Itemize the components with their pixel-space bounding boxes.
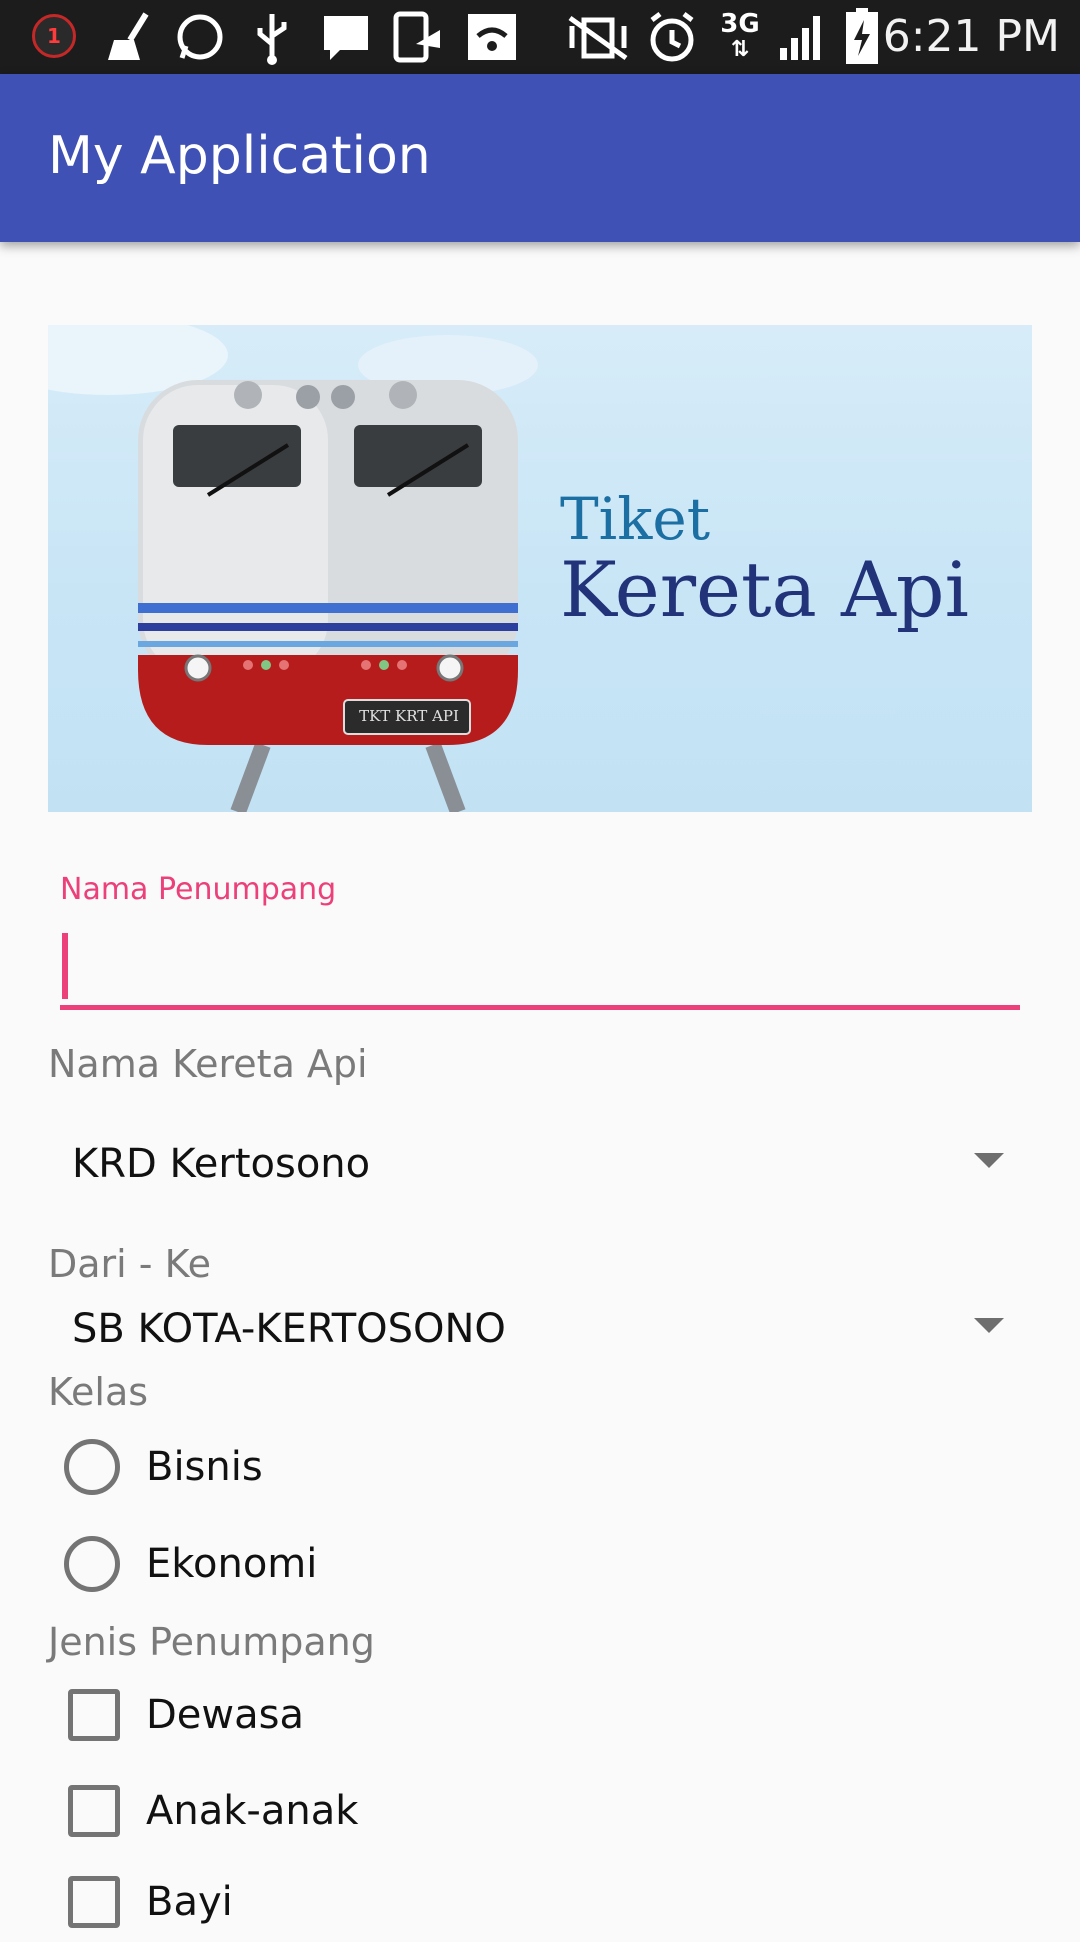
status-bar: 1 3G ⇅ 6:21 PM — [0, 0, 1080, 74]
checkbox[interactable] — [68, 1689, 120, 1741]
checkbox[interactable] — [68, 1785, 120, 1837]
header-banner-image: TKT KRT API Tiket Kereta Api — [48, 325, 1032, 812]
train-name-selected: KRD Kertosono — [72, 1141, 371, 1187]
app-title: My Application — [48, 126, 431, 186]
banner-title-line2: Kereta Api — [560, 545, 969, 634]
passenger-type-option-label: Dewasa — [146, 1692, 304, 1738]
alarm-icon — [650, 12, 694, 62]
radio-button[interactable] — [64, 1536, 120, 1592]
checkbox[interactable] — [68, 1876, 120, 1928]
battery-charging-icon — [846, 8, 878, 64]
dropdown-arrow-icon — [974, 1318, 1004, 1333]
notification-count-badge: 1 — [32, 14, 76, 58]
passenger-type-option-label: Bayi — [146, 1879, 233, 1925]
plate-text: TKT KRT API — [359, 707, 459, 725]
bbm-icon — [324, 16, 368, 60]
banner-title-line1: Tiket — [560, 485, 711, 553]
route-selected: SB KOTA-KERTOSONO — [72, 1306, 506, 1352]
route-spinner[interactable]: SB KOTA-KERTOSONO — [48, 1290, 1032, 1370]
text-cursor — [62, 933, 68, 999]
3g-icon: 3G ⇅ — [720, 9, 760, 62]
passenger-name-label: Nama Penumpang — [60, 872, 337, 907]
route-label: Dari - Ke — [48, 1242, 212, 1286]
clock: 6:21 PM — [882, 11, 1060, 62]
train-name-spinner[interactable]: KRD Kertosono — [48, 1125, 1032, 1205]
class-option-label: Ekonomi — [146, 1541, 318, 1587]
share-icon — [393, 11, 440, 63]
wifi-icon — [468, 14, 516, 60]
passenger-type-bayi[interactable]: Bayi — [64, 1862, 233, 1942]
vibrate-icon — [568, 15, 628, 61]
whatsapp-icon — [177, 14, 223, 60]
class-option-bisnis[interactable]: Bisnis — [64, 1427, 263, 1507]
passenger-type-option-label: Anak-anak — [146, 1788, 359, 1834]
app-bar: My Application — [0, 74, 1080, 242]
passenger-name-input[interactable] — [60, 930, 1020, 1010]
passenger-type-anak-anak[interactable]: Anak-anak — [64, 1771, 358, 1851]
passenger-type-dewasa[interactable]: Dewasa — [64, 1675, 304, 1755]
class-option-ekonomi[interactable]: Ekonomi — [64, 1524, 317, 1604]
passenger-type-label: Jenis Penumpang — [48, 1620, 375, 1664]
class-label: Kelas — [48, 1370, 149, 1414]
usb-icon — [257, 14, 287, 65]
broom-icon — [108, 12, 149, 60]
dropdown-arrow-icon — [974, 1153, 1004, 1168]
train-name-label: Nama Kereta Api — [48, 1042, 368, 1086]
signal-icon — [780, 16, 820, 60]
class-option-label: Bisnis — [146, 1444, 263, 1490]
radio-button[interactable] — [64, 1439, 120, 1495]
